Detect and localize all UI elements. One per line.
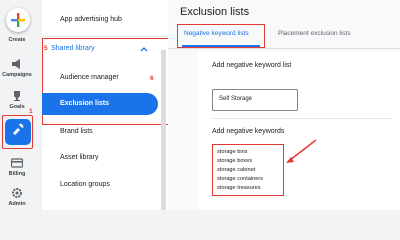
main-content: Exclusion lists Negative keyword lists P…: [168, 0, 400, 210]
billing-label[interactable]: Billing: [0, 171, 34, 177]
exclusion-lists-label: Exclusion lists: [60, 100, 110, 107]
step-5-callout: 5: [44, 45, 48, 52]
tools-nav-panel: App advertising hub 5 Shared library Aud…: [42, 0, 195, 210]
create-label: Create: [8, 37, 26, 43]
credit-card-icon[interactable]: [11, 157, 23, 169]
nav-scrollbar[interactable]: [161, 50, 166, 210]
step-6-callout: 6: [150, 75, 154, 82]
tools-label[interactable]: Tools: [8, 137, 24, 143]
nav-item-location-groups[interactable]: Location groups: [60, 181, 110, 188]
nav-divider: [42, 36, 175, 37]
campaigns-label[interactable]: Campaigns: [0, 72, 34, 78]
tools-highlight-box: [2, 115, 33, 149]
trophy-icon[interactable]: [11, 90, 23, 102]
nav-item-brand-lists[interactable]: Brand lists: [60, 128, 93, 135]
megaphone-icon[interactable]: [11, 58, 23, 70]
plus-icon: [11, 13, 25, 27]
nav-item-audience-manager[interactable]: Audience manager: [60, 74, 119, 81]
create-button[interactable]: [6, 8, 30, 32]
annotation-arrow: [286, 139, 317, 163]
nav-item-app-advertising-hub[interactable]: App advertising hub: [60, 16, 122, 23]
left-rail: Create Campaigns Goals Tools 1 Billing A…: [0, 0, 34, 210]
nav-item-asset-library[interactable]: Asset library: [60, 154, 99, 161]
admin-label[interactable]: Admin: [0, 201, 34, 207]
nav-item-exclusion-lists[interactable]: Exclusion lists: [42, 93, 158, 115]
chevron-up-icon[interactable]: [140, 46, 148, 52]
step-1-callout: 1: [29, 108, 33, 115]
gear-icon[interactable]: [11, 187, 23, 199]
shared-library-header[interactable]: Shared library: [51, 45, 95, 52]
